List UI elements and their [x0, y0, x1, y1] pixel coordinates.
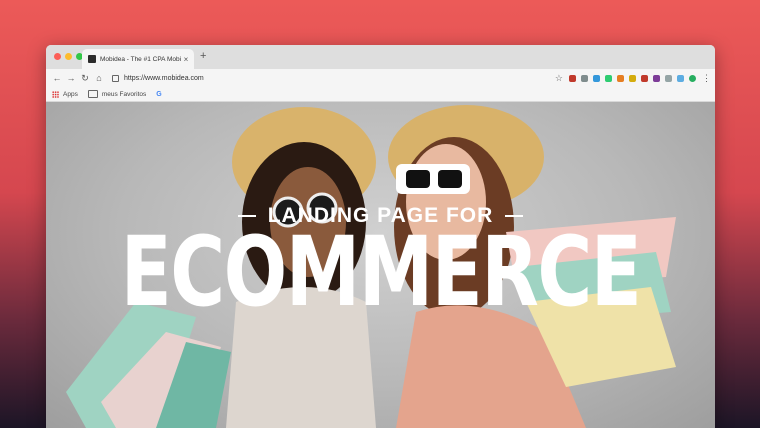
- extension-icon[interactable]: [617, 74, 624, 82]
- minimize-window-button[interactable]: [65, 53, 72, 60]
- back-button[interactable]: ←: [50, 73, 64, 83]
- extension-icon[interactable]: [593, 74, 600, 82]
- close-window-button[interactable]: [54, 53, 61, 60]
- tab-title: Mobidea - The #1 CPA Mobile: [100, 55, 181, 63]
- tab-mobidea[interactable]: Mobidea - The #1 CPA Mobile ×: [82, 49, 194, 69]
- lens: [406, 170, 430, 188]
- bookmarks-bar: Apps meus Favoritos G: [46, 87, 715, 102]
- extension-icon[interactable]: [581, 74, 588, 82]
- extension-icon[interactable]: [677, 74, 684, 82]
- toolbar: ← → ↻ ⌂ https://www.mobidea.com ☆ ⋮: [46, 69, 715, 87]
- google-icon: G: [156, 90, 162, 98]
- extension-icon[interactable]: [665, 74, 672, 82]
- tab-close-icon[interactable]: ×: [181, 55, 191, 64]
- browser-window: Mobidea - The #1 CPA Mobile × + ← → ↻ ⌂ …: [46, 45, 715, 428]
- bookmark-star-icon[interactable]: ☆: [555, 73, 563, 84]
- extension-icon[interactable]: [605, 74, 612, 82]
- forward-button[interactable]: →: [64, 73, 78, 83]
- profile-avatar-icon[interactable]: [689, 74, 696, 82]
- bookmark-google[interactable]: G: [156, 91, 161, 98]
- extension-icon[interactable]: [641, 74, 648, 82]
- bookmark-meus-favoritos[interactable]: meus Favoritos: [87, 90, 147, 98]
- lens: [438, 170, 462, 188]
- page-background: { "browser": { "tab": {"title": "Mobidea…: [0, 0, 760, 428]
- url-text: https://www.mobidea.com: [124, 74, 204, 82]
- hero-image: LANDING PAGE FOR ECOMMERCE: [46, 102, 715, 428]
- new-tab-button[interactable]: +: [200, 50, 206, 62]
- home-button[interactable]: ⌂: [92, 73, 106, 83]
- bookmark-apps[interactable]: Apps: [52, 90, 78, 98]
- bookmark-label: Apps: [63, 90, 78, 98]
- extension-icon[interactable]: [653, 74, 660, 82]
- hero-headline: ECOMMERCE: [120, 216, 642, 328]
- extension-icon[interactable]: [569, 74, 576, 82]
- lock-icon: [112, 74, 119, 82]
- apps-grid-icon: [52, 90, 59, 98]
- extensions-area: [569, 74, 696, 82]
- bookmark-label: meus Favoritos: [101, 90, 147, 98]
- extension-icon[interactable]: [629, 74, 636, 82]
- address-bar[interactable]: https://www.mobidea.com: [112, 72, 512, 85]
- browser-menu-icon[interactable]: ⋮: [702, 73, 711, 84]
- window-controls: [54, 53, 83, 60]
- reload-button[interactable]: ↻: [78, 73, 92, 84]
- mobidea-favicon-icon: [88, 55, 96, 63]
- tab-bar: Mobidea - The #1 CPA Mobile × +: [46, 45, 715, 69]
- folder-icon: [87, 90, 98, 98]
